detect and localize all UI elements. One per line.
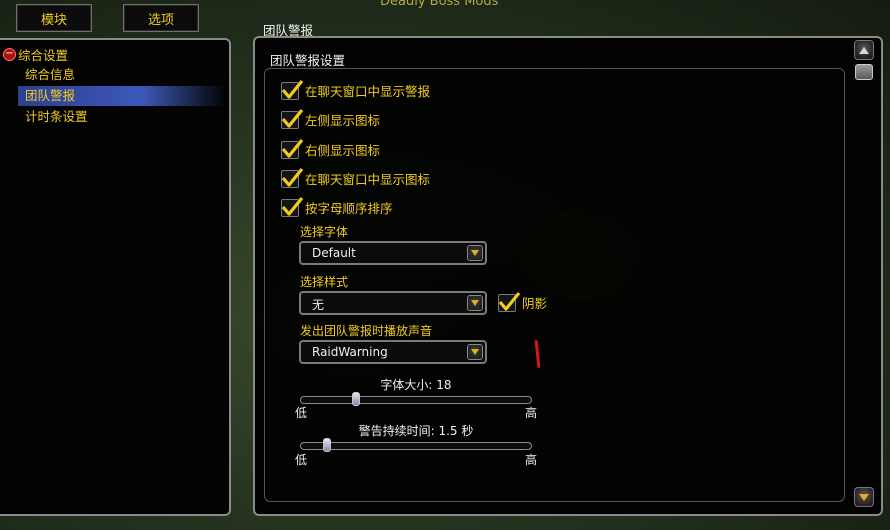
checkbox-label: 在聊天窗口中显示图标 [305,172,431,187]
checkbox-label: 左侧显示图标 [305,113,381,128]
slider-thumb[interactable] [323,438,331,452]
checkbox-box[interactable] [281,79,304,100]
checkbox-box[interactable] [281,108,304,129]
checkbox-show-warning-in-chat[interactable]: 在聊天窗口中显示警报 [281,79,431,100]
checkmark-icon [498,291,521,311]
arrow-up-icon [859,46,869,54]
tree-item-general-info[interactable]: 综合信息 [23,65,225,85]
checkbox-alphabetical-sort[interactable]: 按字母顺序排序 [281,196,393,217]
checkmark-icon [281,79,304,99]
checkbox-show-right-icon[interactable]: 右侧显示图标 [281,138,381,159]
slider-low-label: 低 [295,453,308,467]
tree-item-timer-bar-settings[interactable]: 计时条设置 [23,107,225,127]
slider-thumb[interactable] [352,392,360,406]
arrow-down-icon [859,493,869,501]
font-dropdown-label: 选择字体 [300,225,349,239]
style-dropdown[interactable]: 无 [299,291,487,315]
scroll-down-button[interactable] [854,487,874,507]
tab-options[interactable]: 选项 [123,4,199,32]
font-size-slider-title: 字体大小: 18 [380,378,452,392]
slider-low-label: 低 [295,406,308,420]
slider-high-label: 高 [525,453,538,467]
dropdown-arrow-icon[interactable] [467,295,483,311]
dropdown-arrow-icon[interactable] [467,344,483,360]
checkbox-label: 按字母顺序排序 [305,201,393,216]
checkmark-icon [281,167,304,187]
style-dropdown-value: 无 [312,298,325,312]
tree-root-label: 综合设置 [18,47,69,63]
scrollbar-thumb[interactable] [855,64,873,80]
checkmark-icon [281,108,304,128]
checkbox-box[interactable] [281,196,304,217]
font-dropdown[interactable]: Default [299,241,487,265]
font-size-slider[interactable] [300,392,532,406]
sound-dropdown-value: RaidWarning [312,345,388,359]
tab-modules[interactable]: 模块 [16,4,92,32]
dropdown-arrow-icon[interactable] [467,245,483,261]
checkbox-label: 在聊天窗口中显示警报 [305,84,431,99]
group-title: 团队警报设置 [270,53,346,68]
checkbox-show-icon-in-chat[interactable]: 在聊天窗口中显示图标 [281,167,431,188]
duration-slider-title: 警告持续时间: 1.5 秒 [358,424,474,438]
checkbox-box[interactable] [498,291,521,312]
checkbox-label: 右侧显示图标 [305,143,381,158]
tree-item-raid-warning[interactable]: 团队警报 [18,86,225,106]
font-dropdown-value: Default [312,246,356,260]
sound-dropdown-label: 发出团队警报时播放声音 [300,324,433,338]
window-title: Deadly Boss Mods [380,0,499,9]
checkbox-shadow[interactable]: 阴影 [498,291,548,312]
minus-icon[interactable]: − [3,47,16,61]
checkbox-box[interactable] [281,138,304,159]
sound-dropdown[interactable]: RaidWarning [299,340,487,364]
checkbox-label: 阴影 [522,296,548,311]
checkbox-show-left-icon[interactable]: 左侧显示图标 [281,108,381,129]
options-tree-panel: − 综合设置 综合信息 团队警报 计时条设置 [0,38,231,516]
checkbox-box[interactable] [281,167,304,188]
style-dropdown-label: 选择样式 [300,275,349,289]
slider-high-label: 高 [525,406,538,420]
checkmark-icon [281,138,304,158]
checkmark-icon [281,196,304,216]
tree-root-general-settings[interactable]: − 综合设置 [3,46,69,63]
warning-duration-slider[interactable] [300,438,532,452]
scroll-up-button[interactable] [854,40,874,60]
